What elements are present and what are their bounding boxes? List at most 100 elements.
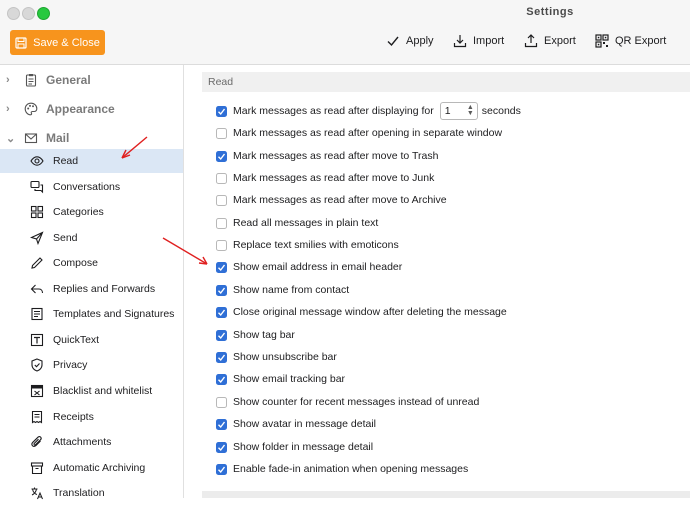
- sidebar-item-conversations[interactable]: Conversations: [0, 175, 183, 199]
- save-close-label: Save & Close: [33, 36, 100, 49]
- checkmark-icon: [218, 421, 226, 428]
- checkmark-icon: [218, 376, 226, 383]
- sidebar-group-label: General: [46, 73, 91, 87]
- option-checkbox[interactable]: [216, 306, 227, 318]
- paper-plane-icon: [30, 231, 44, 245]
- sidebar-item-translation[interactable]: Translation: [0, 481, 183, 505]
- option-smilies-emoticons[interactable]: Replace text smilies with emoticons: [216, 236, 399, 254]
- option-recent-counter[interactable]: Show counter for recent messages instead…: [216, 393, 479, 411]
- option-show-tracking-bar[interactable]: Show email tracking bar: [216, 370, 345, 388]
- option-mark-read-trash[interactable]: Mark messages as read after move to Tras…: [216, 147, 438, 165]
- sidebar-group-appearance[interactable]: › Appearance: [0, 98, 183, 120]
- chevron-right-icon[interactable]: ›: [6, 103, 16, 115]
- option-mark-read-archive[interactable]: Mark messages as read after move to Arch…: [216, 191, 447, 209]
- stepper-arrows-icon[interactable]: ▲ ▼: [467, 104, 474, 117]
- sidebar-item-categories[interactable]: Categories: [0, 200, 183, 224]
- option-show-unsubscribe-bar[interactable]: Show unsubscribe bar: [216, 348, 337, 366]
- option-label: Show email address in email header: [233, 261, 403, 273]
- save-close-button[interactable]: Save & Close: [10, 30, 105, 55]
- option-mark-read-after-display[interactable]: Mark messages as read after displaying f…: [216, 102, 521, 120]
- option-checkbox[interactable]: [216, 329, 227, 341]
- apply-label: Apply: [406, 35, 434, 47]
- option-checkbox[interactable]: [216, 463, 227, 475]
- seconds-stepper[interactable]: 1 ▲ ▼: [439, 102, 478, 120]
- sidebar-item-replies-forwards[interactable]: Replies and Forwards: [0, 277, 183, 301]
- option-checkbox[interactable]: [216, 127, 227, 139]
- option-checkbox[interactable]: [216, 217, 227, 229]
- option-label: Show email tracking bar: [233, 373, 346, 385]
- window-close-button[interactable]: [7, 7, 20, 20]
- sidebar-group-general[interactable]: › General: [0, 69, 183, 91]
- clipboard-icon: [25, 74, 37, 87]
- export-button[interactable]: Export: [524, 34, 576, 48]
- checkmark-icon: [218, 444, 226, 451]
- option-show-folder[interactable]: Show folder in message detail: [216, 438, 373, 456]
- option-checkbox[interactable]: [216, 418, 227, 430]
- sidebar-item-automatic-archiving[interactable]: Automatic Archiving: [0, 456, 183, 480]
- option-close-window-after-delete[interactable]: Close original message window after dele…: [216, 303, 507, 321]
- option-checkbox[interactable]: [216, 441, 227, 453]
- sidebar-item-receipts[interactable]: Receipts: [0, 405, 183, 429]
- sidebar-item-label: Replies and Forwards: [53, 283, 156, 295]
- option-checkbox[interactable]: [216, 194, 227, 206]
- import-button[interactable]: Import: [453, 34, 504, 48]
- option-label: Enable fade-in animation when opening me…: [233, 463, 469, 475]
- sidebar-item-compose[interactable]: Compose: [0, 251, 183, 275]
- window-minimize-button[interactable]: [22, 7, 35, 20]
- stepper-suffix: seconds: [481, 105, 521, 117]
- sidebar-item-blacklist-whitelist[interactable]: Blacklist and whitelist: [0, 379, 183, 403]
- option-plain-text[interactable]: Read all messages in plain text: [216, 214, 378, 232]
- option-checkbox[interactable]: [216, 351, 227, 363]
- qr-code-icon: [595, 34, 609, 48]
- sidebar-item-attachments[interactable]: Attachments: [0, 430, 183, 454]
- checkmark-icon: [218, 332, 226, 339]
- option-show-avatar[interactable]: Show avatar in message detail: [216, 415, 376, 433]
- option-checkbox[interactable]: [216, 284, 227, 296]
- option-label: Show avatar in message detail: [233, 418, 376, 430]
- apply-button[interactable]: Apply: [386, 34, 434, 48]
- option-checkbox[interactable]: [216, 261, 227, 273]
- pencil-icon: [31, 257, 43, 269]
- option-label: Show unsubscribe bar: [233, 351, 337, 363]
- option-show-email-address[interactable]: Show email address in email header: [216, 258, 402, 276]
- option-mark-read-junk[interactable]: Mark messages as read after move to Junk: [216, 169, 434, 187]
- qr-export-button[interactable]: QR Export: [595, 34, 666, 48]
- option-checkbox[interactable]: [216, 172, 227, 184]
- option-label: Mark messages as read after displaying f…: [233, 105, 434, 117]
- sidebar-group-label: Appearance: [46, 102, 115, 116]
- option-label: Show folder in message detail: [233, 441, 374, 453]
- option-show-name-from-contact[interactable]: Show name from contact: [216, 281, 349, 299]
- sidebar-item-label: Compose: [53, 257, 98, 269]
- option-checkbox[interactable]: [216, 105, 227, 117]
- sidebar-item-send[interactable]: Send: [0, 226, 183, 250]
- shield-icon: [31, 358, 43, 372]
- sidebar-group-mail[interactable]: ⌄ Mail: [0, 127, 183, 149]
- sidebar-item-label: Send: [53, 232, 78, 244]
- option-checkbox[interactable]: [216, 150, 227, 162]
- sidebar-item-quicktext[interactable]: QuickText: [0, 328, 183, 352]
- sidebar-item-label: Privacy: [53, 359, 88, 371]
- archive-icon: [30, 462, 44, 475]
- qr-export-label: QR Export: [615, 35, 667, 47]
- sidebar-item-read[interactable]: Read: [0, 149, 183, 173]
- sidebar-item-templates-signatures[interactable]: Templates and Signatures: [0, 302, 183, 326]
- reply-icon: [30, 284, 44, 294]
- option-checkbox[interactable]: [216, 239, 227, 251]
- option-mark-read-separate-window[interactable]: Mark messages as read after opening in s…: [216, 124, 502, 142]
- option-show-tag-bar[interactable]: Show tag bar: [216, 326, 295, 344]
- option-label: Show counter for recent messages instead…: [233, 396, 480, 408]
- chevron-down-icon[interactable]: ⌄: [6, 132, 16, 145]
- paperclip-icon: [31, 436, 42, 447]
- option-fade-in-animation[interactable]: Enable fade-in animation when opening me…: [216, 460, 468, 478]
- option-checkbox[interactable]: [216, 396, 227, 408]
- receipt-icon: [31, 410, 43, 424]
- title-toolbar: Settings Save & Close Apply Import Expor…: [0, 0, 690, 65]
- envelope-icon: [24, 133, 38, 144]
- sidebar-item-privacy[interactable]: Privacy: [0, 353, 183, 377]
- option-checkbox[interactable]: [216, 373, 227, 385]
- checkmark-icon: [218, 287, 226, 294]
- chevron-right-icon[interactable]: ›: [6, 74, 16, 86]
- window-zoom-button[interactable]: [37, 7, 50, 20]
- checkmark-icon: [218, 309, 226, 316]
- checkmark-icon: [218, 264, 226, 271]
